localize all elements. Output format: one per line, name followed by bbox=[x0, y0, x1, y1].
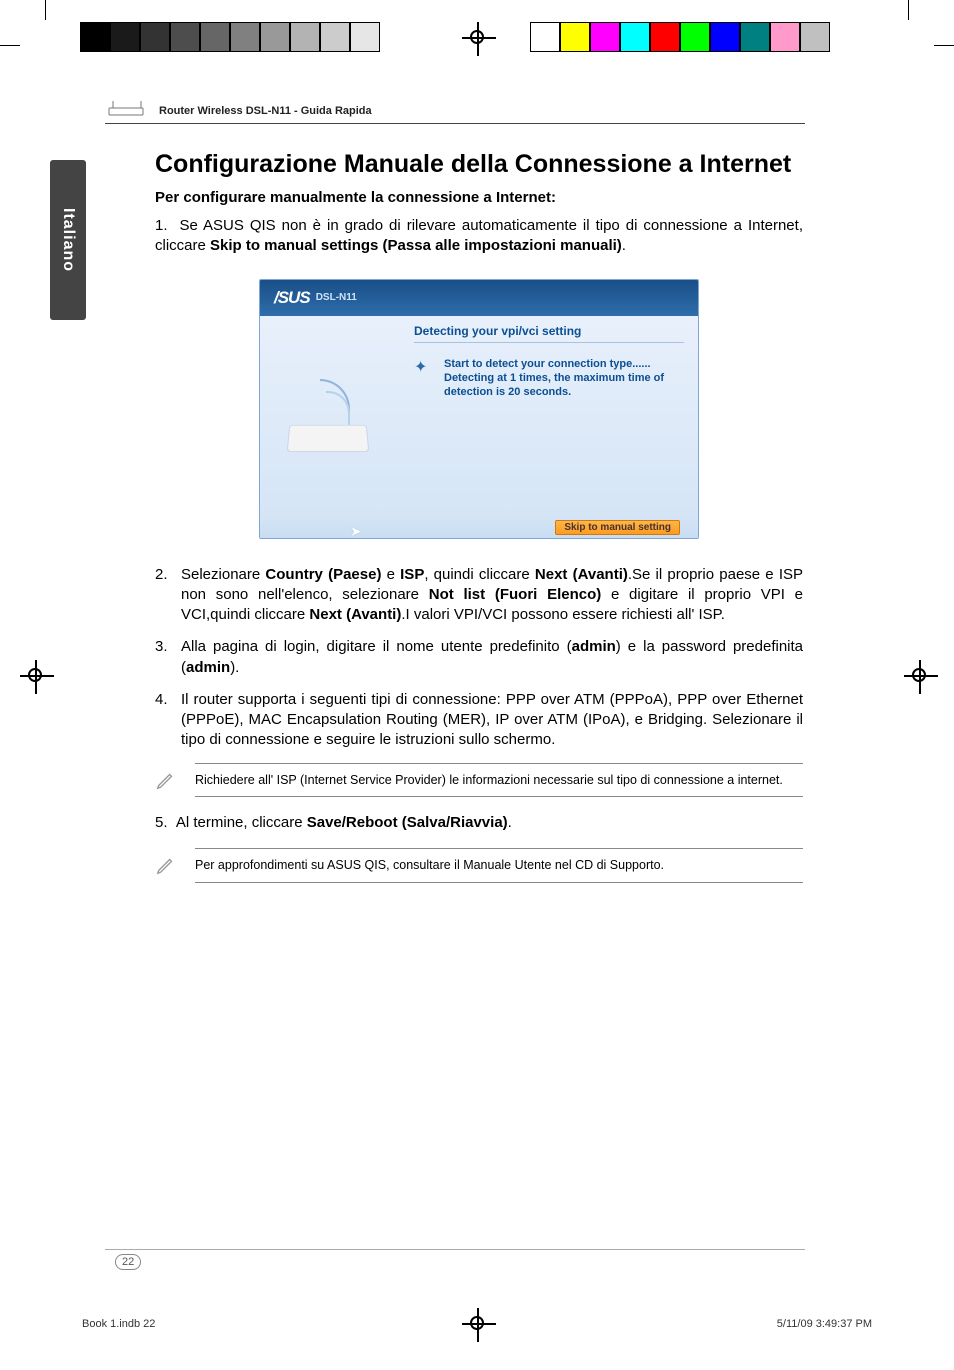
registration-swatch bbox=[770, 22, 800, 52]
registration-swatch bbox=[110, 22, 140, 52]
registration-swatch bbox=[740, 22, 770, 52]
registration-swatch bbox=[680, 22, 710, 52]
registration-swatch bbox=[260, 22, 290, 52]
qis-heading: Detecting your vpi/vci setting bbox=[414, 324, 684, 343]
registration-mark-icon bbox=[28, 668, 42, 682]
running-header-text: Router Wireless DSL-N11 - Guida Rapida bbox=[159, 105, 372, 117]
registration-swatch bbox=[620, 22, 650, 52]
footer-timestamp: 5/11/09 3:49:37 PM bbox=[777, 1318, 872, 1330]
qis-model: DSL-N11 bbox=[316, 292, 357, 303]
registration-mark-icon bbox=[912, 668, 926, 682]
registration-swatch bbox=[170, 22, 200, 52]
step-5: 5. Al termine, cliccare Save/Reboot (Sal… bbox=[155, 813, 803, 833]
language-tab-label: Italiano bbox=[59, 208, 77, 272]
registration-swatch bbox=[650, 22, 680, 52]
registration-swatch bbox=[710, 22, 740, 52]
cursor-icon: ➤ bbox=[350, 523, 362, 539]
step-item: Alla pagina di login, digitare il nome u… bbox=[155, 637, 803, 678]
step-1: 1. Se ASUS QIS non è in grado di rilevar… bbox=[155, 216, 803, 257]
router-icon bbox=[105, 99, 149, 117]
registration-swatch bbox=[290, 22, 320, 52]
registration-swatch bbox=[590, 22, 620, 52]
registration-mark-icon bbox=[470, 1316, 484, 1330]
registration-swatch bbox=[140, 22, 170, 52]
wand-icon: ✦ bbox=[414, 357, 434, 377]
page-title: Configurazione Manuale della Connessione… bbox=[155, 150, 803, 179]
registration-swatch bbox=[80, 22, 110, 52]
registration-swatch bbox=[350, 22, 380, 52]
qis-screenshot: /SUS DSL-N11 Detecting your vpi/vci sett… bbox=[259, 279, 699, 539]
registration-swatch bbox=[800, 22, 830, 52]
skip-to-manual-button[interactable]: Skip to manual setting bbox=[555, 520, 680, 535]
note-isp: Richiedere all' ISP (Internet Service Pr… bbox=[155, 763, 803, 798]
page-subtitle: Per configurare manualmente la connessio… bbox=[155, 189, 803, 206]
qis-titlebar: /SUS DSL-N11 bbox=[260, 280, 698, 316]
step-item: Selezionare Country (Paese) e ISP, quind… bbox=[155, 565, 803, 626]
registration-swatch bbox=[560, 22, 590, 52]
pencil-icon bbox=[155, 763, 181, 796]
page-number: 22 bbox=[115, 1254, 141, 1270]
registration-mark-icon bbox=[470, 30, 484, 44]
registration-swatch bbox=[230, 22, 260, 52]
registration-swatch bbox=[320, 22, 350, 52]
registration-swatch bbox=[530, 22, 560, 52]
language-tab: Italiano bbox=[50, 160, 86, 320]
step-item: Il router supporta i seguenti tipi di co… bbox=[155, 690, 803, 751]
registration-swatch bbox=[200, 22, 230, 52]
running-header: Router Wireless DSL-N11 - Guida Rapida bbox=[105, 90, 805, 124]
router-illustration bbox=[280, 371, 380, 461]
footer-filename: Book 1.indb 22 bbox=[82, 1318, 155, 1330]
qis-detect-text: Start to detect your connection type....… bbox=[444, 357, 664, 400]
note-qis: Per approfondimenti su ASUS QIS, consult… bbox=[155, 848, 803, 883]
pencil-icon bbox=[155, 848, 181, 881]
asus-logo: /SUS bbox=[274, 288, 310, 308]
footer-rule bbox=[105, 1249, 805, 1250]
